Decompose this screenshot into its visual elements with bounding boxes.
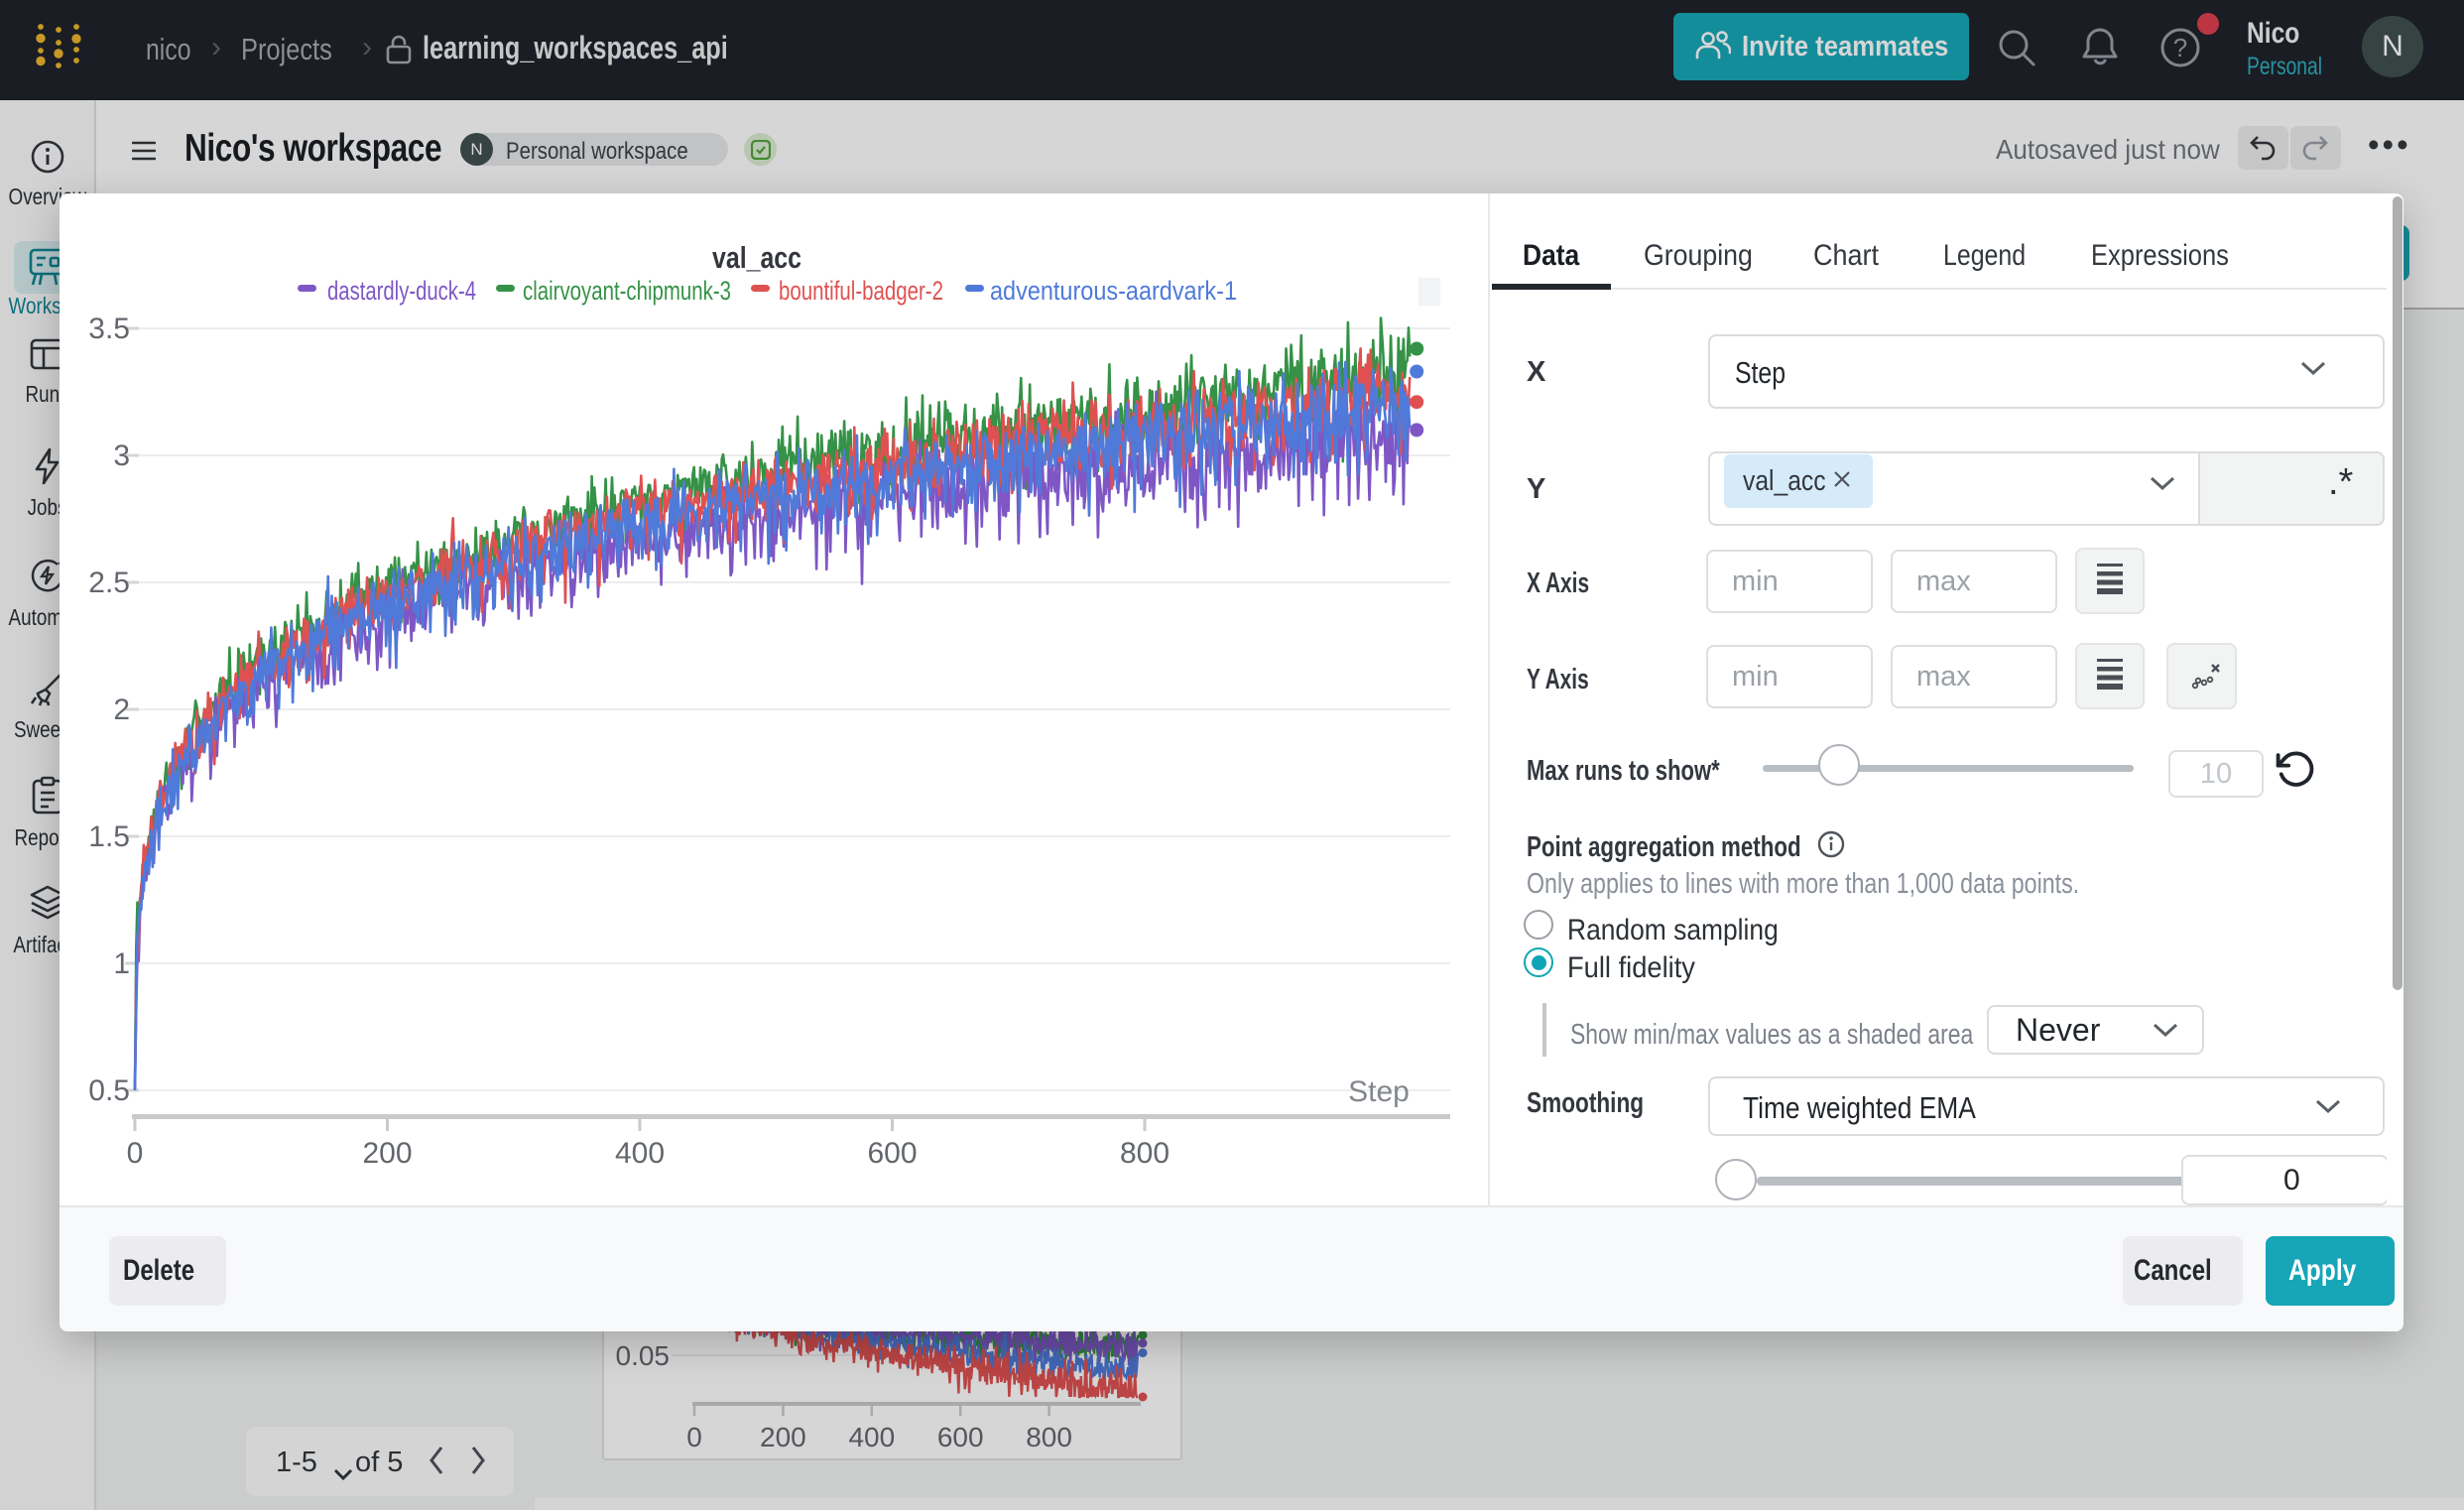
svg-text:2: 2	[113, 693, 130, 726]
svg-text:800: 800	[1120, 1137, 1170, 1170]
svg-text:3.5: 3.5	[88, 313, 130, 345]
svg-text:Step: Step	[1348, 1075, 1410, 1108]
svg-text:200: 200	[362, 1137, 412, 1170]
svg-text:1.5: 1.5	[88, 820, 130, 853]
svg-text:400: 400	[615, 1137, 665, 1170]
svg-text:val_acc: val_acc	[712, 240, 801, 275]
svg-text:1: 1	[113, 947, 130, 980]
svg-text:0.5: 0.5	[88, 1074, 130, 1107]
svg-text:adventurous-aardvark-1: adventurous-aardvark-1	[990, 276, 1237, 306]
svg-text:clairvoyant-chipmunk-3: clairvoyant-chipmunk-3	[523, 276, 731, 306]
svg-text:2.5: 2.5	[88, 566, 130, 599]
svg-text:0: 0	[127, 1137, 144, 1170]
svg-text:dastardly-duck-4: dastardly-duck-4	[327, 276, 476, 306]
svg-text:600: 600	[867, 1137, 917, 1170]
svg-text:bountiful-badger-2: bountiful-badger-2	[779, 276, 943, 306]
svg-text:3: 3	[113, 440, 130, 472]
